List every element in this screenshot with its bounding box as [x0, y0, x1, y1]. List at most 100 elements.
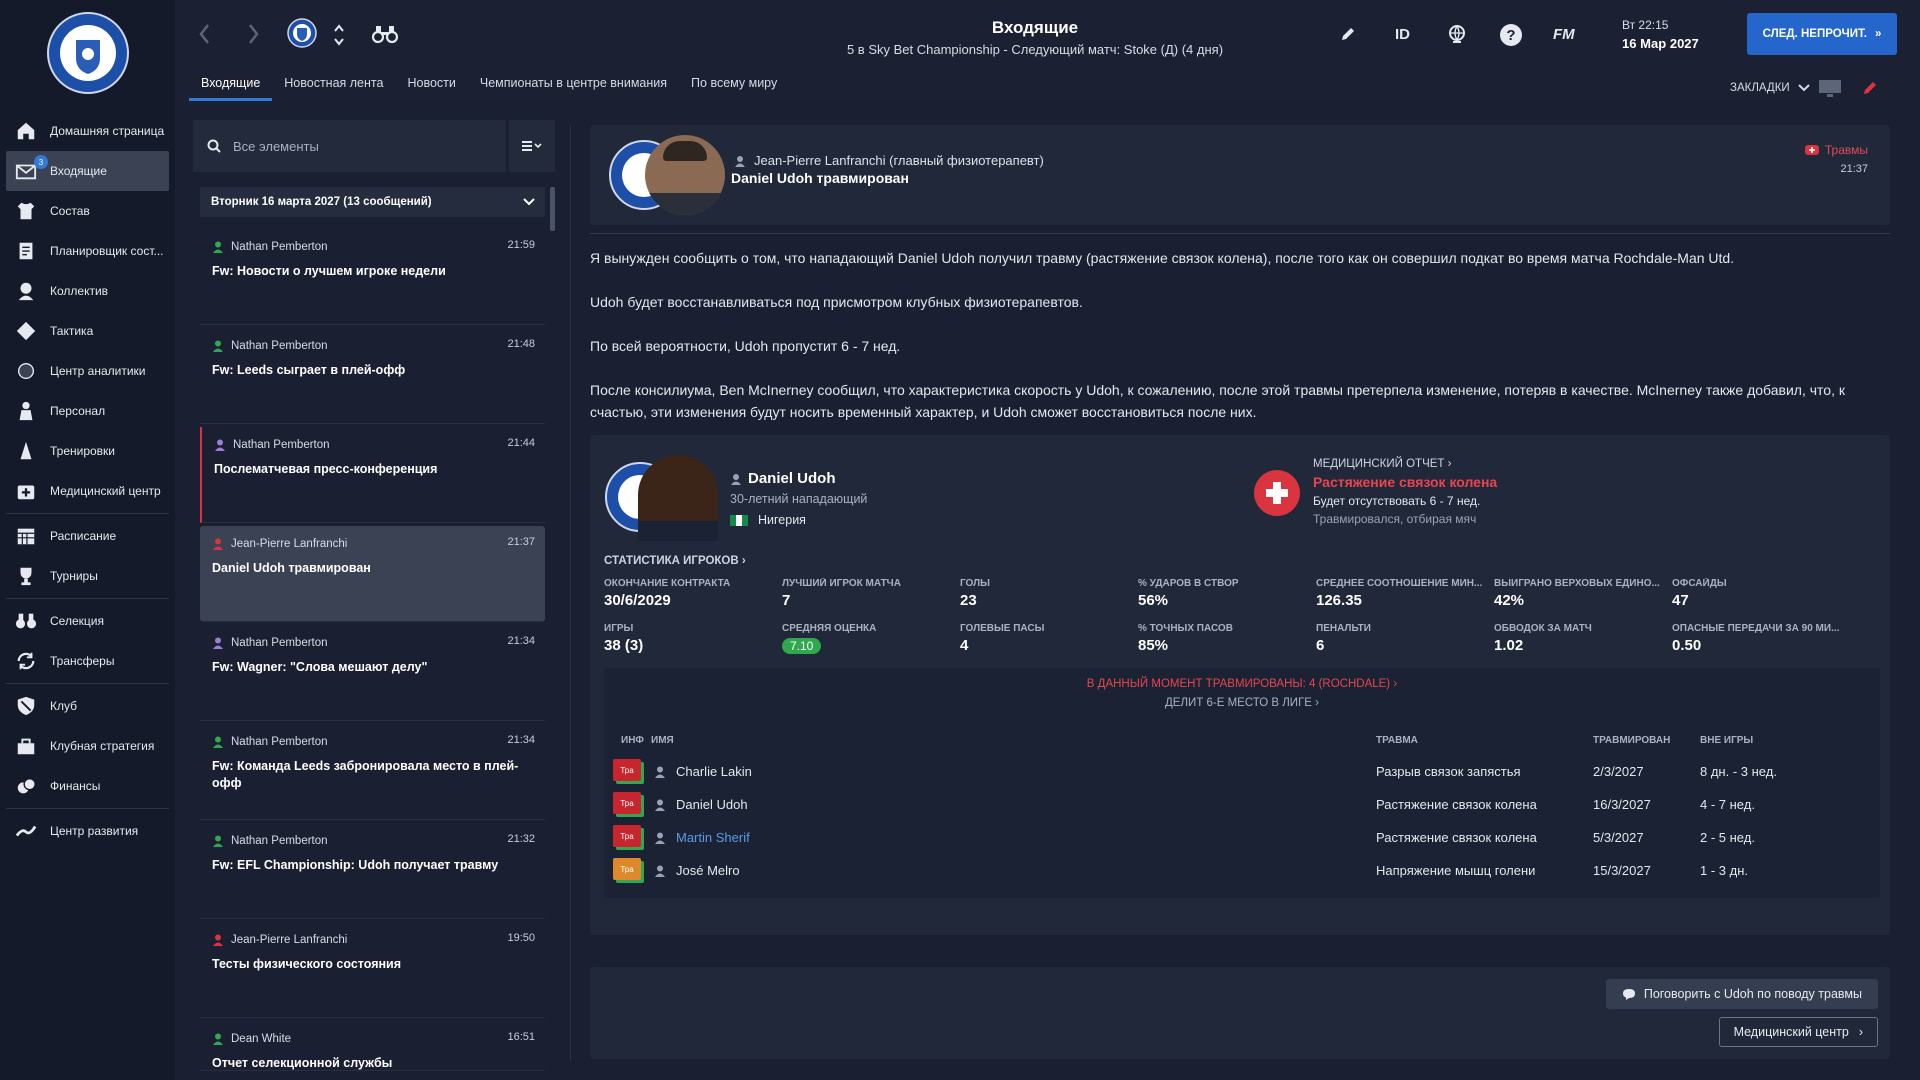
inbox-message-item[interactable]: Dean White 16:51 Отчет селекционной службы [200, 1021, 545, 1071]
inbox-message-item[interactable]: Jean-Pierre Lanfranchi 21:37 Daniel Udoh т… [200, 526, 545, 622]
sidebar-item-team[interactable]: Коллектив [0, 271, 175, 311]
bookmarks-menu[interactable]: ЗАКЛАДКИ [1730, 78, 1878, 98]
binoculars-icon[interactable] [372, 24, 398, 44]
help-icon[interactable]: ? [1500, 24, 1522, 46]
player-stat: ВЫИГРАНО ВЕРХОВЫХ ЕДИНО... 42% [1494, 578, 1669, 609]
inbox-message-item[interactable]: Nathan Pemberton 21:48 Fw: Leeds сыграет в… [200, 328, 545, 424]
tab-news[interactable]: Новости [395, 76, 467, 101]
fm-menu-button[interactable]: FM [1553, 26, 1575, 43]
inbox-message-item[interactable]: Nathan Pemberton 21:34 Fw: Команда Leeds з… [200, 724, 545, 820]
col-header-date[interactable]: ТРАВМИРОВАН [1593, 735, 1670, 746]
player-photo[interactable] [638, 455, 718, 541]
message-group-header[interactable]: Вторник 16 марта 2027 (13 сообщений) [200, 187, 545, 217]
search-input[interactable]: Все элементы [233, 139, 319, 154]
person-icon [655, 766, 665, 778]
person-icon [215, 439, 225, 451]
sidebar-item-staff[interactable]: Персонал [0, 391, 175, 431]
next-match-subtitle[interactable]: 5 в Sky Bet Championship - Следующий мат… [755, 42, 1315, 57]
pencil-icon[interactable] [1862, 80, 1878, 96]
search-box[interactable]: Все элементы [193, 120, 506, 172]
message-from: Dean White [212, 1033, 535, 1045]
league-rank-link[interactable]: ДЕЛИТ 6-Е МЕСТО В ЛИГЕ › [604, 697, 1880, 709]
inbox-message-item[interactable]: Nathan Pemberton 21:34 Fw: Wagner: "Слова … [200, 625, 545, 721]
injury-type: Растяжение связок колена [1376, 797, 1537, 812]
injured-player-name[interactable]: José Melro [676, 863, 740, 878]
analytics-icon [14, 359, 38, 383]
injury-status-badge[interactable]: Тра [613, 858, 641, 880]
sidebar-item-label: Турниры [50, 569, 98, 583]
sidebar-item-calendar[interactable]: Расписание [0, 516, 175, 556]
forward-arrow-icon[interactable] [245, 22, 261, 46]
player-stats-link[interactable]: СТАТИСТИКА ИГРОКОВ › [604, 555, 746, 567]
tab-inbox[interactable]: Входящие [189, 76, 273, 101]
sidebar-item-tactics[interactable]: Тактика [0, 311, 175, 351]
sidebar-item-inbox[interactable]: Входящие 3 [6, 151, 169, 191]
development-icon [14, 819, 38, 843]
talk-to-player-button[interactable]: Поговорить с Udoh по поводу травмы [1605, 979, 1878, 1009]
col-header-name[interactable]: ИМЯ [651, 735, 674, 746]
injury-status-badge[interactable]: Тра [613, 792, 641, 814]
club-switch-icon[interactable] [333, 22, 345, 48]
injury-name: Растяжение связок колена [1313, 474, 1498, 490]
id-button[interactable]: ID [1395, 26, 1410, 43]
injury-table-row[interactable]: Тра José Melro Напряжение мышц голени 15/3/… [604, 855, 1880, 888]
back-arrow-icon[interactable] [197, 22, 213, 46]
filter-menu-button[interactable] [509, 120, 555, 172]
next-unread-button[interactable]: СЛЕД. НЕПРОЧИТ. » [1747, 13, 1897, 55]
game-date[interactable]: Вт 22:15 16 Мар 2027 [1622, 18, 1699, 51]
sidebar-item-shirt[interactable]: Состав [0, 191, 175, 231]
sidebar-divider [6, 808, 169, 809]
sidebar-item-planner[interactable]: Планировщик сост... [0, 231, 175, 271]
injury-status-badge[interactable]: Тра [613, 825, 641, 847]
sidebar-item-finance[interactable]: Финансы [0, 766, 175, 806]
chevron-down-icon [1797, 84, 1810, 92]
injury-table-row[interactable]: Тра Charlie Lakin Разрыв связок запястья 2/… [604, 756, 1880, 789]
injured-player-name[interactable]: Daniel Udoh [676, 797, 748, 812]
sidebar-item-binoculars[interactable]: Селекция [0, 601, 175, 641]
person-icon [213, 835, 223, 847]
player-stat: ОФСАЙДЫ 47 [1672, 578, 1847, 609]
globe-icon[interactable] [1447, 24, 1467, 49]
medical-report-link[interactable]: МЕДИЦИНСКИЙ ОТЧЕТ › [1313, 458, 1452, 470]
sidebar-item-trophy[interactable]: Турниры [0, 556, 175, 596]
club-crest[interactable] [47, 12, 129, 94]
medical-centre-button[interactable]: Медицинский центр › [1718, 1017, 1878, 1047]
injury-status-badge[interactable]: Тра [613, 759, 641, 781]
col-header-injury[interactable]: ТРАВМА [1376, 735, 1418, 746]
club-selector-crest-icon[interactable] [287, 18, 317, 48]
inbox-message-item[interactable]: Nathan Pemberton 21:59 Fw: Новости о лучше… [200, 229, 545, 325]
inbox-message-item[interactable]: Nathan Pemberton 21:32 Fw: EFL Championshi… [200, 823, 545, 919]
injured-player-name[interactable]: Charlie Lakin [676, 764, 752, 779]
player-name[interactable]: Daniel Udoh [730, 470, 836, 487]
sidebar-item-label: Тренировки [50, 444, 116, 458]
current-injuries-link[interactable]: В ДАННЫЙ МОМЕНТ ТРАВМИРОВАНЫ: 4 (ROCHDAL… [604, 678, 1880, 690]
sidebar-item-transfer[interactable]: Трансферы [0, 641, 175, 681]
screen-icon[interactable] [1818, 78, 1842, 98]
scrollbar[interactable] [550, 187, 555, 231]
sidebar-item-training[interactable]: Тренировки [0, 431, 175, 471]
sidebar-item-medical[interactable]: Медицинский центр [0, 471, 175, 511]
injury-out: 8 дн. - 3 нед. [1700, 764, 1777, 779]
tab-around-world[interactable]: По всему миру [679, 76, 789, 101]
edit-icon[interactable] [1340, 26, 1356, 47]
sidebar-item-shield[interactable]: Клуб [0, 686, 175, 726]
sidebar-item-strategy[interactable]: Клубная стратегия [0, 726, 175, 766]
injury-tag[interactable]: Травмы [1804, 143, 1868, 157]
col-header-info[interactable]: ИНФ [621, 735, 644, 746]
inbox-message-item[interactable]: Jean-Pierre Lanfranchi 19:50 Тесты физичес… [200, 922, 545, 1018]
injury-table-row[interactable]: Тра Martin Sherif Растяжение связок колена… [604, 822, 1880, 855]
player-nationality[interactable]: Нигерия [730, 513, 806, 527]
sidebar-item-development[interactable]: Центр развития [0, 811, 175, 851]
col-header-out[interactable]: ВНЕ ИГРЫ [1700, 735, 1753, 746]
sidebar-item-analytics[interactable]: Центр аналитики [0, 351, 175, 391]
tab-news-feed[interactable]: Новостная лента [272, 76, 395, 101]
injury-table-row[interactable]: Тра Daniel Udoh Растяжение связок колена 16… [604, 789, 1880, 822]
message-from-label: Jean-Pierre Lanfranchi [231, 538, 348, 550]
tab-spotlight-leagues[interactable]: Чемпионаты в центре внимания [468, 76, 679, 101]
sidebar-item-home[interactable]: Домашняя страница [0, 111, 175, 151]
message-sender[interactable]: Jean-Pierre Lanfranchi (главный физиотер… [734, 153, 1044, 168]
injured-player-name[interactable]: Martin Sherif [676, 830, 750, 845]
stat-label: % УДАРОВ В СТВОР [1138, 578, 1239, 589]
inbox-message-item[interactable]: Nathan Pemberton 21:44 Послематчевая пресс… [200, 427, 545, 523]
stat-label: СРЕДНЯЯ ОЦЕНКА [782, 623, 877, 634]
